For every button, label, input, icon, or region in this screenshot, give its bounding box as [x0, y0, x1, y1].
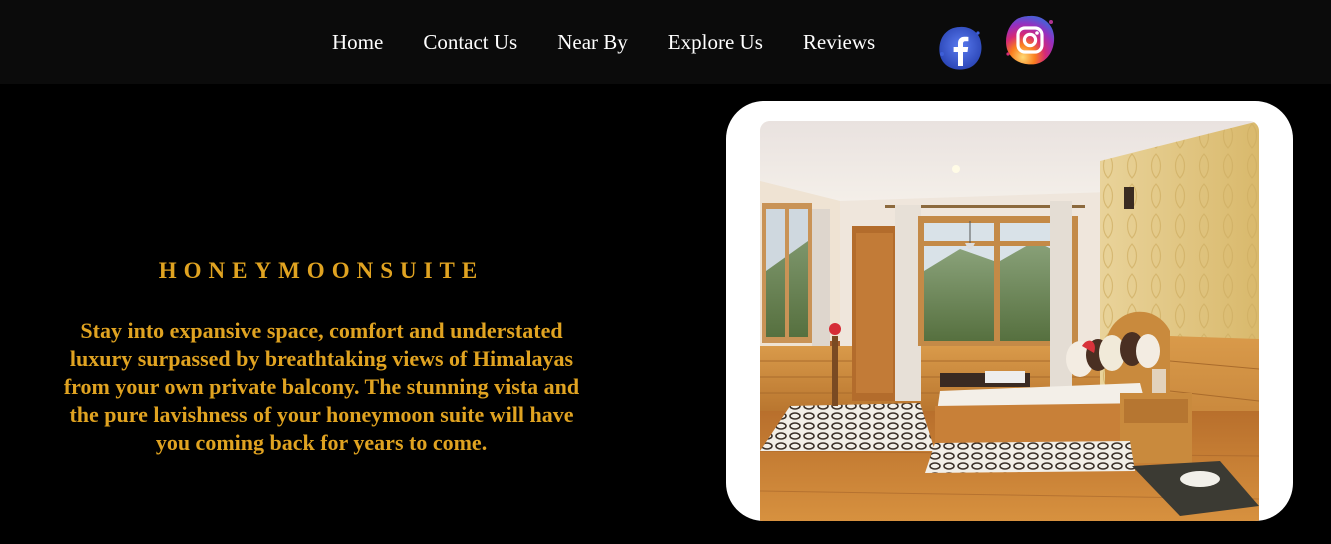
suite-description: Stay into expansive space, comfort and u… — [63, 318, 580, 455]
nav-link-home[interactable]: Home — [332, 30, 383, 55]
image-card — [726, 101, 1293, 521]
room-photo — [760, 121, 1259, 521]
facebook-icon[interactable] — [936, 24, 984, 72]
suite-title: HONEYMOONSUITE — [158, 258, 485, 283]
navbar: Home Contact Us Near By Explore Us Revie… — [0, 0, 1331, 84]
nav-link-near-by[interactable]: Near By — [557, 30, 628, 55]
instagram-icon[interactable] — [1004, 14, 1056, 66]
suite-info: HONEYMOONSUITE Stay into expansive space… — [55, 255, 588, 457]
nav-link-explore-us[interactable]: Explore Us — [668, 30, 763, 55]
nav-link-reviews[interactable]: Reviews — [803, 30, 875, 55]
nav-links: Home Contact Us Near By Explore Us Revie… — [312, 0, 895, 84]
nav-link-contact-us[interactable]: Contact Us — [423, 30, 517, 55]
